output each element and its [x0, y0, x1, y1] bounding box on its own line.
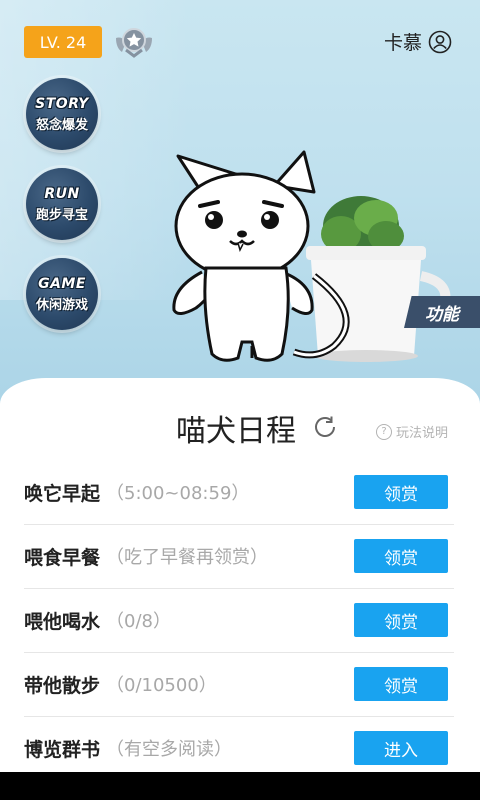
system-navigation-bar [0, 772, 480, 800]
task-row-wake: 唤它早起 （5:00~08:59） 领赏 [24, 460, 454, 525]
user-circle-icon [428, 30, 452, 53]
game-mode-button[interactable]: GAME 休闲游戏 [26, 258, 98, 330]
task-note: （吃了早餐再领赏） [106, 547, 269, 568]
story-label-cn: 怒念爆发 [35, 117, 88, 133]
task-row-walk: 带他散步 （0/10500） 领赏 [24, 652, 454, 717]
level-badge: LV. 24 [24, 26, 102, 58]
run-label-en: RUN [44, 185, 80, 202]
task-name: 喂食早餐 [24, 546, 101, 569]
task-note: （0/10500） [106, 675, 217, 696]
task-name: 博览群书 [24, 738, 101, 761]
question-icon: ? [376, 423, 392, 440]
claim-reward-button[interactable]: 领赏 [354, 539, 448, 573]
panel-title: 喵犬日程 [176, 414, 296, 449]
help-link[interactable]: ? 玩法说明 [376, 422, 448, 441]
task-name: 喂他喝水 [24, 610, 101, 633]
claim-reward-button[interactable]: 领赏 [354, 603, 448, 637]
task-note: （0/8） [106, 611, 171, 632]
task-row-breakfast: 喂食早餐 （吃了早餐再领赏） 领赏 [24, 524, 454, 589]
game-label-en: GAME [38, 275, 86, 292]
panel-header: 喵犬日程 ? 玩法说明 [0, 406, 480, 450]
medal-star-icon[interactable] [114, 24, 154, 60]
function-tab[interactable]: 功能 [404, 296, 480, 328]
user-profile-button[interactable]: 卡慕 [384, 28, 452, 55]
story-label-en: STORY [35, 95, 89, 112]
game-label-cn: 休闲游戏 [35, 297, 88, 313]
task-row-water: 喂他喝水 （0/8） 领赏 [24, 588, 454, 653]
task-row-reading: 博览群书 （有空多阅读） 进入 [24, 716, 454, 780]
help-label: 玩法说明 [396, 426, 449, 441]
task-note: （5:00~08:59） [106, 483, 250, 504]
task-name: 带他散步 [24, 674, 101, 697]
enter-button[interactable]: 进入 [354, 731, 448, 765]
run-label-cn: 跑步寻宝 [35, 207, 88, 223]
pet-cat-image[interactable] [164, 146, 364, 376]
task-note: （有空多阅读） [106, 739, 233, 760]
task-name: 唤它早起 [24, 482, 101, 505]
username-label: 卡慕 [383, 32, 422, 54]
schedule-panel: 喵犬日程 ? 玩法说明 唤它早起 （5:00~08:59） 领赏 喂食早餐 （吃… [0, 378, 480, 772]
pet-scene: LV. 24 卡慕 STORY 怒念爆发 RUN 跑步寻宝 GAME 休闲游戏 … [0, 0, 480, 430]
story-mode-button[interactable]: STORY 怒念爆发 [26, 78, 98, 150]
run-mode-button[interactable]: RUN 跑步寻宝 [26, 168, 98, 240]
claim-reward-button[interactable]: 领赏 [354, 475, 448, 509]
refresh-icon[interactable] [312, 414, 338, 440]
claim-reward-button[interactable]: 领赏 [354, 667, 448, 701]
